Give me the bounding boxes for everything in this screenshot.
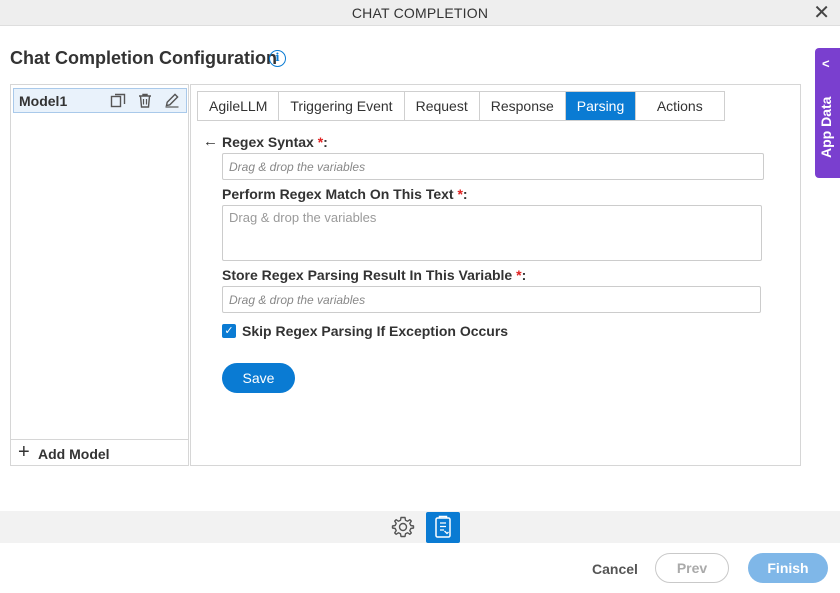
tab-triggering-event[interactable]: Triggering Event <box>279 92 405 120</box>
store-result-placeholder: Drag & drop the variables <box>229 293 366 307</box>
regex-syntax-label: Regex Syntax *: <box>222 134 328 150</box>
configuration-panel: AgileLLM Triggering Event Request Respon… <box>190 84 801 466</box>
list-item-model[interactable]: Model1 <box>13 88 187 113</box>
model-list-panel: Model1 + Add Model <box>10 84 189 466</box>
document-view-button[interactable] <box>426 512 460 543</box>
regex-text-textarea[interactable]: Drag & drop the variables <box>222 205 762 261</box>
finish-button[interactable]: Finish <box>748 553 828 583</box>
window-title: CHAT COMPLETION <box>351 5 489 21</box>
store-result-label: Store Regex Parsing Result In This Varia… <box>222 267 526 283</box>
bottom-toolbar <box>0 511 840 543</box>
tab-parsing[interactable]: Parsing <box>565 92 636 120</box>
store-result-input[interactable]: Drag & drop the variables <box>222 286 761 313</box>
trash-icon[interactable] <box>137 92 153 108</box>
plus-icon: + <box>18 441 30 463</box>
regex-text-placeholder: Drag & drop the variables <box>229 210 377 225</box>
add-model-button[interactable]: + Add Model <box>11 439 188 465</box>
regex-syntax-input[interactable]: Drag & drop the variables <box>222 153 764 180</box>
add-model-label: Add Model <box>38 446 110 462</box>
copy-icon[interactable] <box>110 92 126 108</box>
cancel-button[interactable]: Cancel <box>592 561 638 577</box>
chevron-left-icon: < <box>822 56 830 71</box>
regex-text-label-text: Perform Regex Match On This Text <box>222 186 458 202</box>
tab-response[interactable]: Response <box>479 92 566 120</box>
regex-syntax-placeholder: Drag & drop the variables <box>229 160 366 174</box>
page-title: Chat Completion Configuration <box>10 48 277 68</box>
tab-request[interactable]: Request <box>404 92 480 120</box>
tab-agilellm[interactable]: AgileLLM <box>198 92 280 120</box>
close-icon[interactable]: ✕ <box>813 3 830 23</box>
model-name: Model1 <box>19 93 68 109</box>
app-data-panel-toggle[interactable]: < App Data <box>815 48 840 178</box>
store-result-label-text: Store Regex Parsing Result In This Varia… <box>222 267 517 283</box>
regex-text-label: Perform Regex Match On This Text *: <box>222 186 468 202</box>
regex-syntax-label-text: Regex Syntax <box>222 134 318 150</box>
back-arrow-icon[interactable]: ← <box>203 133 218 150</box>
document-icon <box>435 515 451 538</box>
skip-exception-label[interactable]: Skip Regex Parsing If Exception Occurs <box>242 323 508 339</box>
info-icon[interactable]: i <box>269 50 286 67</box>
label-colon: : <box>462 186 468 202</box>
edit-pencil-icon[interactable] <box>164 92 180 108</box>
app-data-label: App Data <box>818 96 834 158</box>
prev-button[interactable]: Prev <box>655 553 729 583</box>
save-button[interactable]: Save <box>222 363 295 393</box>
label-colon: : <box>521 267 527 283</box>
tab-bar: AgileLLM Triggering Event Request Respon… <box>197 91 725 121</box>
title-bar: CHAT COMPLETION ✕ <box>0 0 840 26</box>
gear-icon[interactable] <box>391 515 415 539</box>
tab-actions[interactable]: Actions <box>635 92 724 120</box>
label-colon: : <box>323 134 328 150</box>
skip-exception-checkbox[interactable]: ✓ <box>222 324 236 338</box>
